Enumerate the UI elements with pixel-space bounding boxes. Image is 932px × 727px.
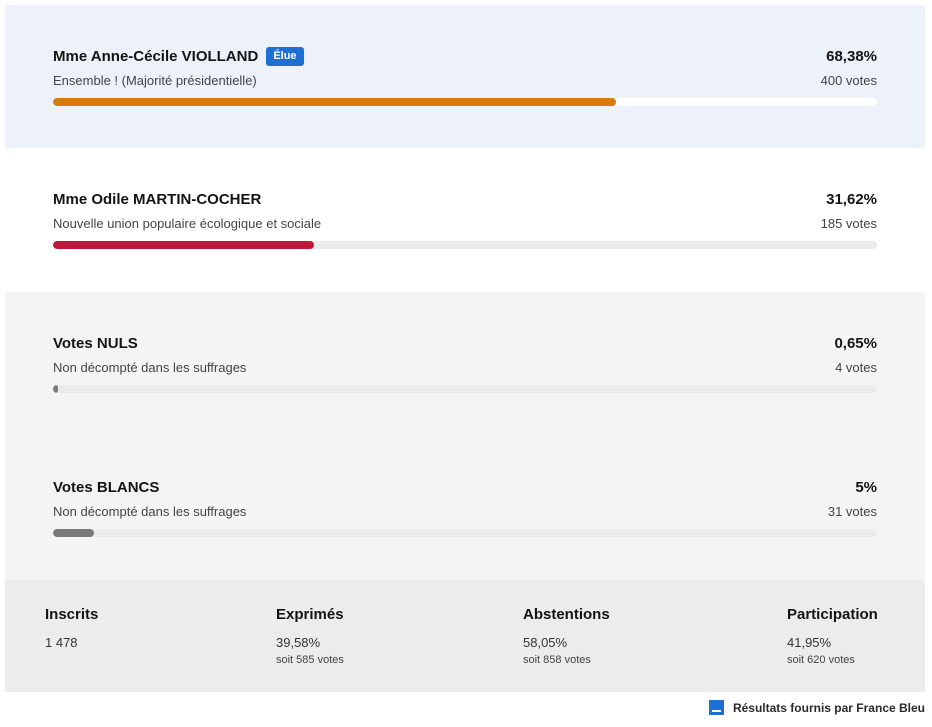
france-bleu-logo-icon [708, 700, 724, 715]
stat-sub: soit 620 votes [787, 654, 855, 666]
results-credit-text: Résultats fournis par France Bleu [732, 700, 925, 715]
candidate-percent: 31,62% [826, 190, 877, 208]
candidate-percent: 68,38% [826, 47, 877, 65]
stat-label: Abstentions [523, 606, 610, 623]
candidate-name: Mme Anne-Cécile VIOLLAND [53, 47, 259, 65]
stat-participation: Participation 41,95% soit 620 votes [787, 606, 878, 666]
vote-share-bar [53, 98, 877, 106]
vote-share-fill [53, 529, 95, 537]
vote-share-fill [53, 98, 617, 106]
stat-abstentions: Abstentions 58,05% soit 858 votes [523, 606, 610, 666]
candidate-votes: 400 votes [820, 73, 877, 88]
candidate-percent: 0,65% [834, 334, 877, 352]
candidate-party: Non décompté dans les suffrages [53, 504, 247, 519]
stat-label: Inscrits [45, 606, 99, 623]
vote-share-bar [53, 241, 877, 249]
vote-share-fill [53, 385, 59, 393]
stat-value: 39,58% [276, 635, 321, 650]
candidate-name: Mme Odile MARTIN-COCHER [53, 190, 262, 208]
candidate-votes: 31 votes [827, 504, 877, 519]
candidate-votes: 4 votes [835, 360, 877, 375]
stat-label: Participation [787, 606, 878, 623]
result-row-martin-cocher: Mme Odile MARTIN-COCHER 31,62% Nouvelle … [5, 148, 925, 292]
stat-value: 41,95% [787, 635, 832, 650]
candidate-percent: 5% [855, 478, 877, 496]
result-row-votes-blancs: Votes BLANCS 5% Non décompté dans les su… [5, 436, 925, 580]
stat-sub: soit 858 votes [523, 654, 591, 666]
result-row-violland: Mme Anne-Cécile VIOLLAND Élue 68,38% Ens… [5, 5, 925, 148]
candidate-party: Non décompté dans les suffrages [53, 360, 247, 375]
stat-value: 1 478 [45, 635, 78, 650]
vote-share-fill [53, 241, 314, 249]
candidate-party: Nouvelle union populaire écologique et s… [53, 216, 322, 231]
candidate-party: Ensemble ! (Majorité présidentielle) [53, 73, 257, 88]
candidate-name: Votes NULS [53, 334, 138, 352]
stat-inscrits: Inscrits 1 478 [45, 606, 98, 650]
elected-badge: Élue [266, 46, 304, 66]
stat-sub: soit 585 votes [276, 654, 344, 666]
candidate-votes: 185 votes [820, 216, 877, 231]
turnout-summary: Inscrits 1 478 Exprimés 39,58% soit 585 … [5, 580, 925, 692]
candidate-name: Votes BLANCS [53, 478, 160, 496]
vote-share-bar [53, 385, 877, 393]
results-credit[interactable]: Résultats fournis par France Bleu [708, 700, 925, 715]
stat-value: 58,05% [523, 635, 568, 650]
stat-exprimes: Exprimés 39,58% soit 585 votes [276, 606, 344, 666]
vote-share-bar [53, 529, 877, 537]
result-row-votes-nuls: Votes NULS 0,65% Non décompté dans les s… [5, 292, 925, 436]
stat-label: Exprimés [276, 606, 344, 623]
